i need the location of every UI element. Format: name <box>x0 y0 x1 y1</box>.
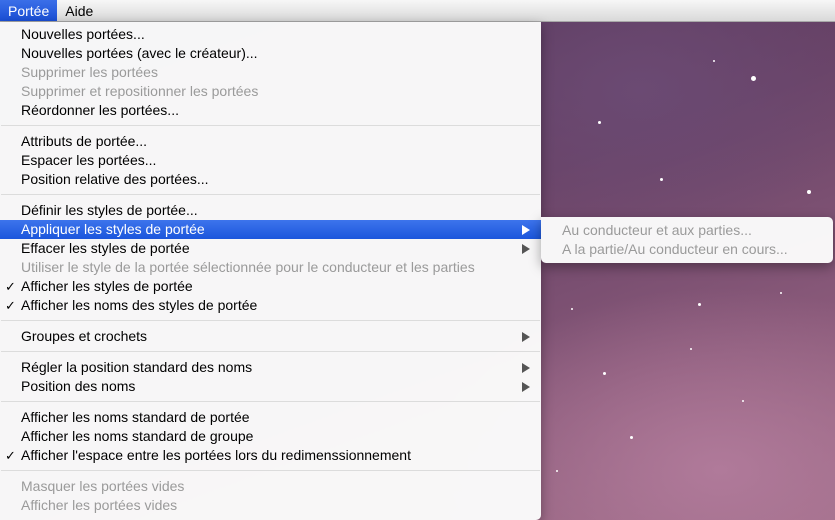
menu-item-staff-attributes[interactable]: Attributs de portée... <box>0 132 541 151</box>
menu-item-apply-staff-styles[interactable]: Appliquer les styles de portée <box>0 220 541 239</box>
menu-item-new-staves[interactable]: Nouvelles portées... <box>0 25 541 44</box>
checkmark-icon: ✓ <box>5 279 16 294</box>
submenu-arrow-icon <box>522 332 530 342</box>
menu-item-label: Effacer les styles de portée <box>21 240 190 256</box>
star <box>556 470 558 472</box>
menu-item-label: Appliquer les styles de portée <box>21 221 205 237</box>
menu-item-show-default-group-names[interactable]: Afficher les noms standard de groupe <box>0 427 541 446</box>
star <box>807 190 811 194</box>
star <box>713 60 715 62</box>
menu-item-show-default-staff-names[interactable]: Afficher les noms standard de portée <box>0 408 541 427</box>
menu-separator <box>0 189 541 201</box>
menu-item-set-default-name-position[interactable]: Régler la position standard des noms <box>0 358 541 377</box>
menu-item-hide-empty-staves: Masquer les portées vides <box>21 478 185 494</box>
star <box>660 178 663 181</box>
star <box>751 76 756 81</box>
menubar-item-aide[interactable]: Aide <box>57 0 101 21</box>
star <box>698 303 701 306</box>
checkmark-icon: ✓ <box>5 298 16 313</box>
star <box>690 348 692 350</box>
menu-item-relative-staff-position[interactable]: Position relative des portées... <box>0 170 541 189</box>
star <box>571 308 573 310</box>
menu-item-label: Afficher les noms des styles de portée <box>21 297 258 313</box>
star <box>630 436 633 439</box>
star <box>742 400 744 402</box>
menu-item-space-staves[interactable]: Espacer les portées... <box>0 151 541 170</box>
menu-item-reorder-staves[interactable]: Réordonner les portées... <box>0 101 541 120</box>
menu-item-label: Position des noms <box>21 378 136 394</box>
menu-separator <box>0 465 541 477</box>
submenu-arrow-icon <box>522 244 530 254</box>
menu-item-delete-and-reposition-staves: Supprimer et repositionner les portées <box>21 83 259 99</box>
menubar-item-portee[interactable]: Portée <box>0 0 58 21</box>
checkmark-icon: ✓ <box>5 448 16 463</box>
menu-bar: Portée Aide <box>0 0 835 22</box>
menu-separator <box>0 346 541 358</box>
menu-item-define-staff-styles[interactable]: Définir les styles de portée... <box>0 201 541 220</box>
menu-item-new-staves-with-creator[interactable]: Nouvelles portées (avec le créateur)... <box>0 44 541 63</box>
submenu-arrow-icon <box>522 382 530 392</box>
menu-item-label: Groupes et crochets <box>21 328 148 344</box>
menu-item-show-staff-spacing-on-resize[interactable]: ✓ Afficher l'espace entre les portées lo… <box>0 446 541 465</box>
submenu-item-score-and-parts: Au conducteur et aux parties... <box>562 222 752 238</box>
menu-item-delete-staves: Supprimer les portées <box>21 64 158 80</box>
star <box>780 292 782 294</box>
star <box>598 121 601 124</box>
submenu-item-current-part-or-score: A la partie/Au conducteur en cours... <box>562 241 788 257</box>
submenu-arrow-icon <box>522 363 530 373</box>
menu-item-show-staff-styles[interactable]: ✓ Afficher les styles de portée <box>0 277 541 296</box>
menu-separator <box>0 315 541 327</box>
menu-item-groups-and-brackets[interactable]: Groupes et crochets <box>0 327 541 346</box>
menu-item-show-empty-staves: Afficher les portées vides <box>21 497 178 513</box>
menu-separator <box>0 396 541 408</box>
menu-item-name-position[interactable]: Position des noms <box>0 377 541 396</box>
menu-separator <box>0 120 541 132</box>
menu-item-label: Régler la position standard des noms <box>21 359 253 375</box>
menu-item-label: Afficher les styles de portée <box>21 278 193 294</box>
portee-dropdown-menu: Nouvelles portées... Nouvelles portées (… <box>0 22 541 520</box>
star <box>603 372 606 375</box>
submenu-arrow-icon <box>522 225 530 235</box>
apply-staff-styles-submenu: Au conducteur et aux parties... A la par… <box>541 217 833 263</box>
menu-item-use-selected-staff-style: Utiliser le style de la portée sélection… <box>21 259 475 275</box>
menu-item-show-staff-style-names[interactable]: ✓ Afficher les noms des styles de portée <box>0 296 541 315</box>
menu-item-clear-staff-styles[interactable]: Effacer les styles de portée <box>0 239 541 258</box>
menu-item-label: Afficher l'espace entre les portées lors… <box>21 447 411 463</box>
